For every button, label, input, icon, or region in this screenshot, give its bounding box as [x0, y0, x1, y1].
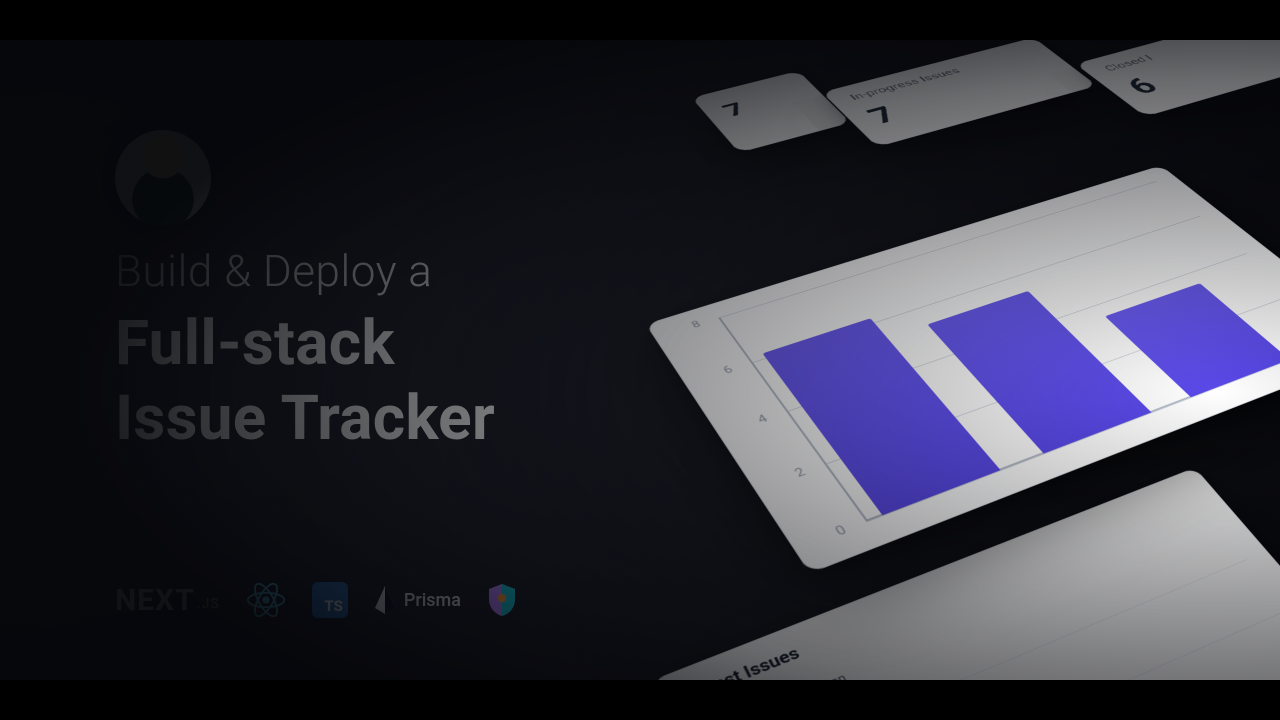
y-tick-label: 0	[833, 524, 850, 539]
summary-card-closed: Closed I 6	[1075, 40, 1280, 117]
summary-left-value: 7	[718, 99, 752, 121]
hero-title-block: Build & Deploy a Full-stack Issue Tracke…	[115, 245, 495, 455]
prisma-logo: Prisma	[374, 586, 461, 614]
summary-inprogress-label: In-progress Issues	[847, 66, 962, 102]
tech-stack-row: NEXT.JS TS Prisma	[115, 580, 517, 620]
hero-line-1: Build & Deploy a	[115, 245, 495, 297]
dashboard-preview: 7 In-progress Issues 7 Closed I 6 02468 …	[600, 40, 1280, 680]
y-tick-label: 6	[721, 364, 735, 376]
hero-line-3: Issue Tracker	[115, 382, 495, 455]
y-tick-label: 2	[793, 466, 809, 480]
y-tick-label: 4	[755, 413, 770, 426]
hero-line-2: Full-stack	[115, 307, 495, 380]
react-icon	[246, 580, 286, 620]
thumbnail-stage: Build & Deploy a Full-stack Issue Tracke…	[0, 40, 1280, 680]
nextjs-sub: .JS	[197, 596, 220, 612]
nextjs-logo: NEXT.JS	[115, 583, 220, 618]
nextauth-shield-icon	[487, 583, 517, 617]
chart-bar	[1105, 283, 1280, 397]
nextjs-label: NEXT	[115, 583, 195, 618]
summary-inprogress-value: 7	[861, 102, 905, 129]
summary-card-inprogress: In-progress Issues 7	[822, 40, 1098, 147]
typescript-label: TS	[324, 597, 342, 615]
summary-closed-value: 6	[1119, 73, 1167, 99]
presenter-avatar	[115, 130, 211, 226]
summary-closed-label: Closed I	[1101, 53, 1156, 73]
y-tick-label: 8	[690, 319, 703, 330]
latest-issues-heading: Latest Issues	[684, 643, 803, 680]
summary-card-left: 7	[691, 71, 850, 153]
prisma-label: Prisma	[404, 590, 461, 611]
typescript-badge: TS	[312, 582, 348, 618]
